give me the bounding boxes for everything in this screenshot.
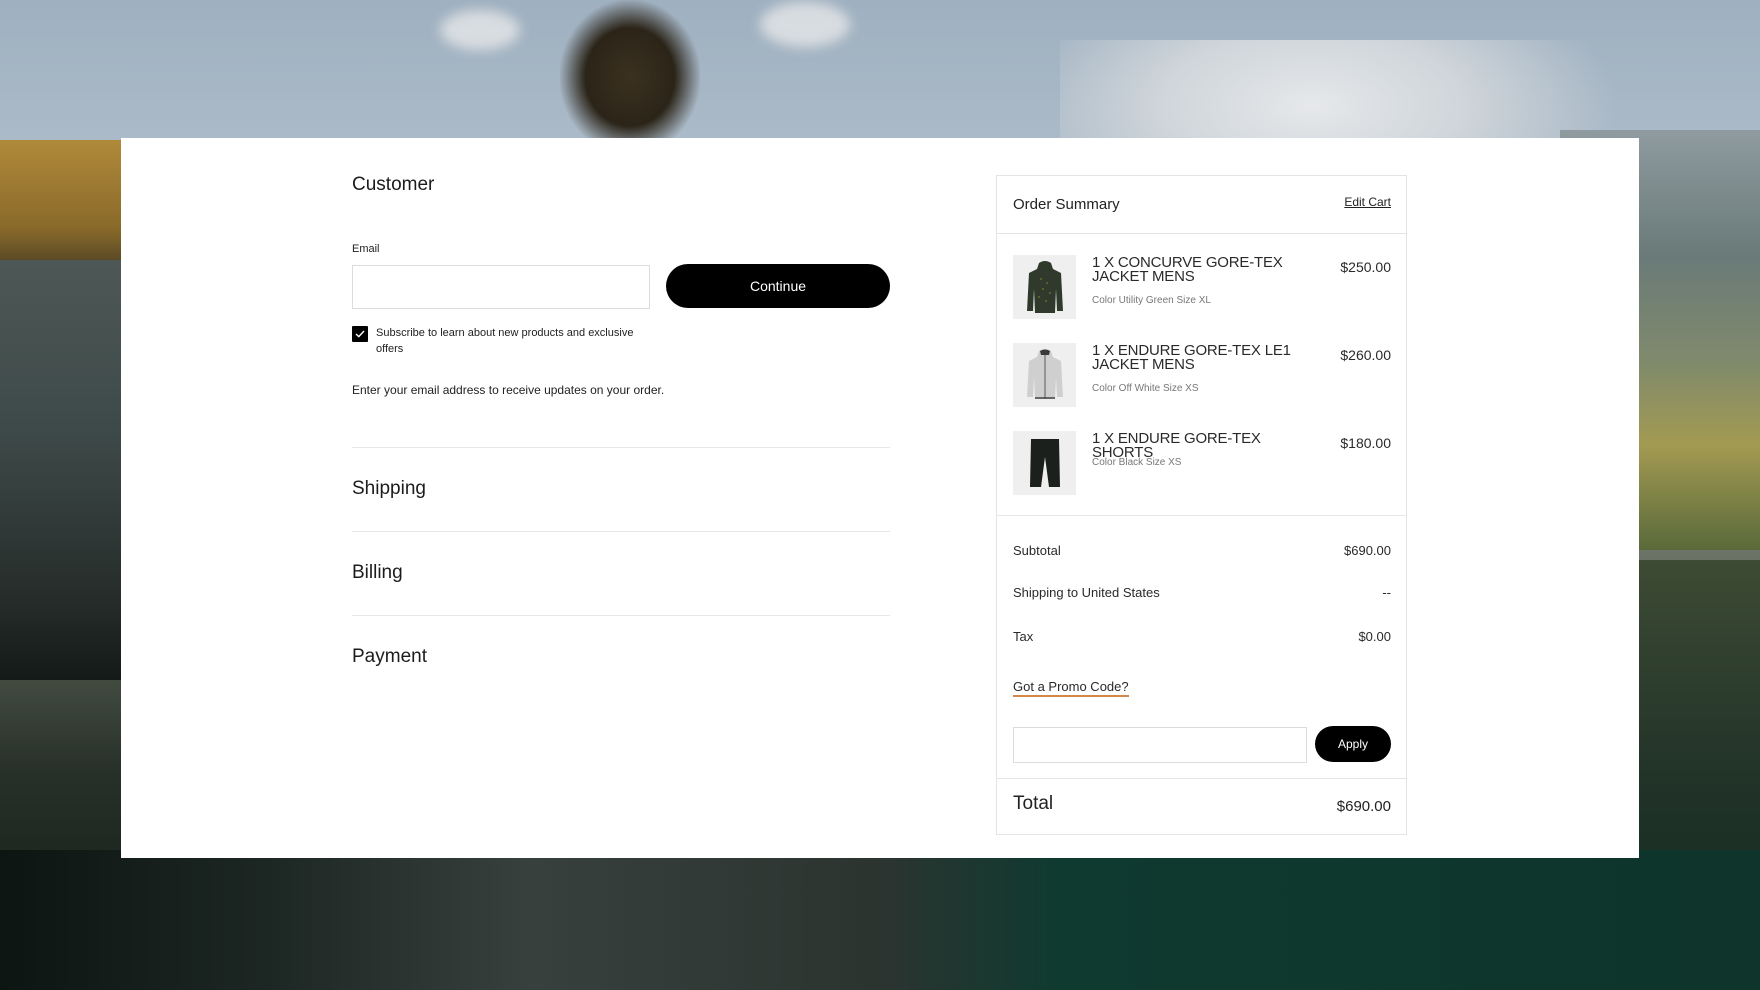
email-label: Email — [352, 243, 380, 255]
white-jacket-image — [1026, 349, 1063, 399]
subtotal-row: Subtotal $690.00 — [1013, 543, 1391, 558]
email-input[interactable] — [352, 265, 650, 309]
subscribe-label: Subscribe to learn about new products an… — [376, 327, 634, 355]
email-hint: Enter your email address to receive upda… — [352, 383, 665, 397]
subtotal-label: Subtotal — [1013, 543, 1061, 558]
edit-cart-link[interactable]: Edit Cart — [1344, 195, 1391, 209]
product-thumbnail — [1013, 431, 1076, 495]
cart-item: 1 X ENDURE GORE-TEX SHORTS Color Black S… — [1013, 431, 1391, 495]
black-shorts-image — [1029, 439, 1060, 487]
shipping-row: Shipping to United States -- — [1013, 585, 1391, 600]
shipping-section-title[interactable]: Shipping — [352, 478, 426, 500]
cart-item: 1 X CONCURVE GORE-TEX JACKET MENS Color … — [1013, 255, 1391, 319]
product-thumbnail — [1013, 343, 1076, 407]
cyclist — [560, 0, 700, 140]
tax-row: Tax $0.00 — [1013, 629, 1391, 644]
rocky-foreground — [0, 850, 1760, 990]
item-name: 1 X ENDURE GORE-TEX SHORTS — [1092, 430, 1261, 461]
item-name: 1 X ENDURE GORE-TEX LE1 JACKET MENS — [1092, 342, 1291, 373]
order-summary: Order Summary Edit Cart 1 X CONCURVE GOR… — [996, 175, 1407, 835]
divider — [352, 447, 890, 448]
green-jacket-image — [1026, 261, 1063, 313]
total-row: Total $690.00 — [997, 778, 1406, 835]
apply-promo-button[interactable]: Apply — [1315, 726, 1391, 762]
item-name: 1 X CONCURVE GORE-TEX JACKET MENS — [1092, 254, 1283, 285]
tax-value: $0.00 — [1358, 629, 1391, 644]
checkout-panel: Customer Email Continue Subscribe to lea… — [121, 138, 1639, 858]
order-summary-header: Order Summary Edit Cart — [997, 176, 1406, 234]
item-options: Color Black Size XS — [1092, 457, 1182, 468]
tax-label: Tax — [1013, 629, 1034, 644]
divider — [352, 531, 890, 532]
billing-section-title[interactable]: Billing — [352, 562, 403, 584]
cart-items: 1 X CONCURVE GORE-TEX JACKET MENS Color … — [997, 234, 1406, 516]
customer-section-title: Customer — [352, 174, 435, 195]
cart-item: 1 X ENDURE GORE-TEX LE1 JACKET MENS Colo… — [1013, 343, 1391, 407]
item-price: $260.00 — [1340, 347, 1391, 363]
promo-code-input[interactable] — [1013, 727, 1307, 763]
total-value: $690.00 — [1336, 798, 1391, 815]
product-thumbnail — [1013, 255, 1076, 319]
item-options: Color Off White Size XS — [1092, 383, 1199, 394]
divider — [352, 615, 890, 616]
shipping-label: Shipping to United States — [1013, 585, 1160, 600]
promo-code-link[interactable]: Got a Promo Code? — [1013, 679, 1129, 697]
checkmark-icon — [355, 330, 365, 338]
item-options: Color Utility Green Size XL — [1092, 295, 1211, 306]
subscribe-checkbox[interactable] — [352, 326, 368, 342]
item-price: $180.00 — [1340, 435, 1391, 451]
item-price: $250.00 — [1340, 259, 1391, 275]
order-summary-title: Order Summary — [1013, 196, 1120, 213]
total-label: Total — [1013, 793, 1054, 814]
subscribe-option[interactable]: Subscribe to learn about new products an… — [352, 325, 642, 357]
subtotal-value: $690.00 — [1344, 543, 1391, 558]
payment-section-title[interactable]: Payment — [352, 646, 427, 668]
continue-button[interactable]: Continue — [666, 264, 890, 308]
shipping-value: -- — [1382, 585, 1391, 600]
